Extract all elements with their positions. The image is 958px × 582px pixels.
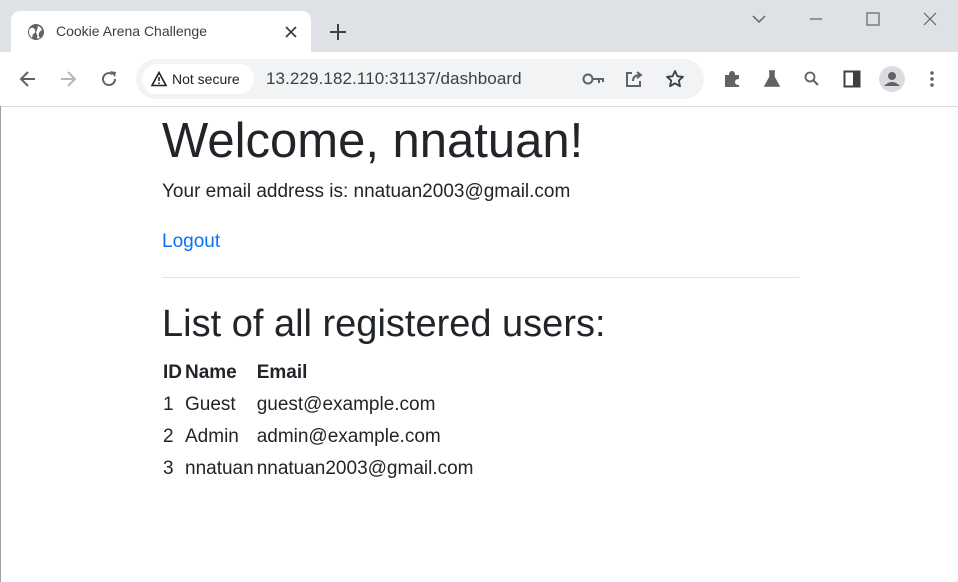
table-row: 2 Admin admin@example.com bbox=[162, 421, 476, 453]
table-header-row: ID Name Email bbox=[162, 357, 476, 389]
security-chip[interactable]: Not secure bbox=[142, 64, 254, 94]
tab-strip: Cookie Arena Challenge bbox=[0, 0, 958, 52]
user-id: 3 bbox=[163, 458, 174, 479]
side-panel-icon[interactable] bbox=[839, 66, 865, 92]
user-email: guest@example.com bbox=[256, 394, 436, 415]
user-name: Admin bbox=[185, 426, 239, 447]
browser-tab[interactable]: Cookie Arena Challenge bbox=[11, 11, 311, 52]
warning-icon bbox=[150, 70, 168, 87]
address-bar[interactable]: Not secure 13.229.182.110:31137/dashboar… bbox=[136, 59, 704, 99]
extensions-puzzle-icon[interactable] bbox=[719, 66, 745, 92]
forward-arrow-icon[interactable] bbox=[55, 66, 81, 92]
tab-title: Cookie Arena Challenge bbox=[56, 23, 207, 39]
url-text[interactable]: 13.229.182.110:31137/dashboard bbox=[266, 69, 522, 89]
column-header-name: Name bbox=[185, 362, 237, 383]
users-list-heading: List of all registered users: bbox=[162, 303, 606, 345]
logout-link[interactable]: Logout bbox=[162, 231, 220, 253]
window-edge bbox=[0, 106, 1, 582]
close-window-icon[interactable] bbox=[916, 6, 944, 32]
column-header-email: Email bbox=[256, 362, 308, 383]
user-name: nnatuan bbox=[185, 458, 254, 479]
maximize-icon[interactable] bbox=[859, 6, 887, 32]
new-tab-icon[interactable] bbox=[326, 20, 350, 44]
column-header-id: ID bbox=[163, 362, 182, 383]
reload-icon[interactable] bbox=[96, 66, 122, 92]
table-row: 3 nnatuan nnatuan2003@gmail.com bbox=[162, 453, 476, 485]
user-id: 2 bbox=[163, 426, 174, 447]
user-email: nnatuan2003@gmail.com bbox=[256, 458, 474, 479]
labs-flask-icon[interactable] bbox=[759, 66, 785, 92]
browser-toolbar: Not secure 13.229.182.110:31137/dashboar… bbox=[0, 52, 958, 107]
minimize-icon[interactable] bbox=[802, 6, 830, 32]
user-email: admin@example.com bbox=[256, 426, 441, 447]
globe-icon bbox=[27, 23, 45, 41]
key-icon[interactable] bbox=[582, 67, 606, 91]
more-menu-icon[interactable] bbox=[919, 66, 945, 92]
close-tab-icon[interactable] bbox=[282, 23, 300, 41]
welcome-heading: Welcome, nnatuan! bbox=[162, 114, 584, 168]
share-icon[interactable] bbox=[622, 67, 646, 91]
email-address-text: Your email address is: nnatuan2003@gmail… bbox=[162, 181, 571, 202]
tab-search-chevron-icon[interactable] bbox=[745, 6, 773, 32]
back-arrow-icon[interactable] bbox=[15, 66, 41, 92]
divider bbox=[162, 277, 799, 278]
users-table: ID Name Email 1 Guest guest@example.com … bbox=[162, 357, 476, 485]
security-label: Not secure bbox=[172, 71, 240, 87]
bookmark-star-icon[interactable] bbox=[663, 67, 687, 91]
search-icon[interactable] bbox=[799, 66, 825, 92]
table-row: 1 Guest guest@example.com bbox=[162, 389, 476, 421]
user-name: Guest bbox=[185, 394, 236, 415]
user-id: 1 bbox=[163, 394, 174, 415]
profile-avatar-icon[interactable] bbox=[879, 66, 905, 92]
